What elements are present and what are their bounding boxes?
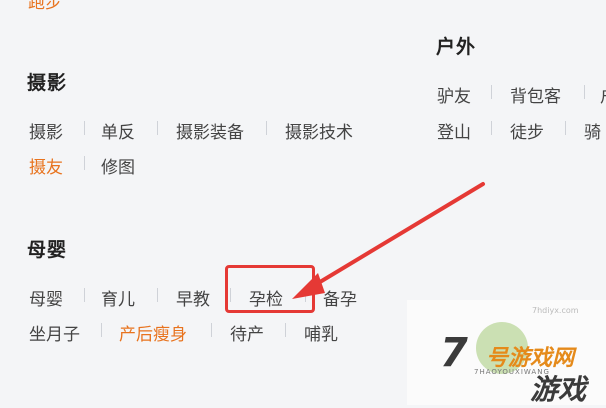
watermark-site: 7hdiyx.com (532, 306, 579, 315)
watermark-number: 7 (440, 330, 468, 376)
watermark-word2: 游戏 (530, 373, 587, 406)
